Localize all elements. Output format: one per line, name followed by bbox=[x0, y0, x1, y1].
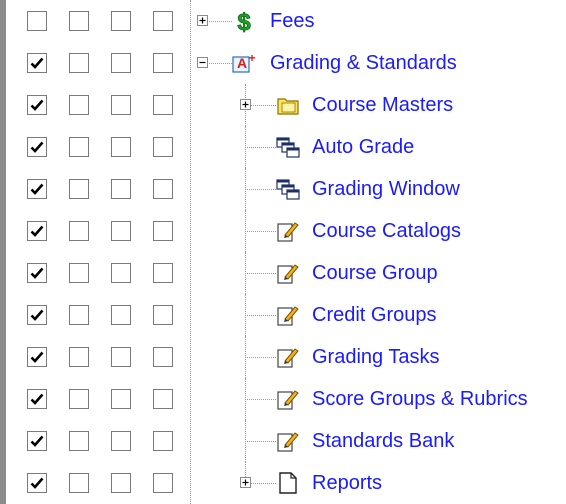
edit-icon bbox=[276, 261, 300, 285]
permission-checkbox-4[interactable] bbox=[153, 305, 173, 325]
permission-checkbox-2[interactable] bbox=[69, 305, 89, 325]
tree-row: Credit Groups bbox=[0, 294, 566, 336]
permission-checkbox-4[interactable] bbox=[153, 431, 173, 451]
permission-checkbox-3[interactable] bbox=[111, 347, 131, 367]
tree-row: Grading Window bbox=[0, 168, 566, 210]
tree-item-label[interactable]: Reports bbox=[312, 472, 382, 494]
tree-connector bbox=[245, 357, 276, 358]
tree-item-label[interactable]: Grading Window bbox=[312, 178, 460, 200]
permission-checkbox-1[interactable] bbox=[27, 305, 47, 325]
permission-checkbox-4[interactable] bbox=[153, 95, 173, 115]
permission-checkbox-2[interactable] bbox=[69, 179, 89, 199]
tree-row: Course Group bbox=[0, 252, 566, 294]
permission-checkbox-4[interactable] bbox=[153, 347, 173, 367]
permission-checkbox-2[interactable] bbox=[69, 11, 89, 31]
tree-connector bbox=[245, 441, 276, 442]
permission-checkbox-3[interactable] bbox=[111, 11, 131, 31]
tree-item-label[interactable]: Score Groups & Rubrics bbox=[312, 388, 528, 410]
tree-connector bbox=[245, 273, 276, 274]
permission-checkbox-4[interactable] bbox=[153, 221, 173, 241]
permission-checkbox-3[interactable] bbox=[111, 53, 131, 73]
edit-icon bbox=[276, 429, 300, 453]
tree-row: Score Groups & Rubrics bbox=[0, 378, 566, 420]
edit-icon bbox=[276, 387, 300, 411]
permission-checkbox-3[interactable] bbox=[111, 179, 131, 199]
permission-checkbox-3[interactable] bbox=[111, 389, 131, 409]
tree-item-label[interactable]: Course Catalogs bbox=[312, 220, 461, 242]
tree-row: Grading Tasks bbox=[0, 336, 566, 378]
windows-icon bbox=[276, 177, 300, 201]
permission-checkbox-4[interactable] bbox=[153, 11, 173, 31]
permission-checkbox-4[interactable] bbox=[153, 473, 173, 493]
permission-checkbox-3[interactable] bbox=[111, 221, 131, 241]
edit-icon bbox=[276, 303, 300, 327]
tree-item-label[interactable]: Credit Groups bbox=[312, 304, 437, 326]
permission-checkbox-3[interactable] bbox=[111, 305, 131, 325]
tree-item-label[interactable]: Standards Bank bbox=[312, 430, 454, 452]
grading-icon: A + bbox=[232, 51, 256, 75]
permission-checkbox-2[interactable] bbox=[69, 221, 89, 241]
permission-checkbox-1[interactable] bbox=[27, 11, 47, 31]
tree-item-label[interactable]: Fees bbox=[270, 10, 314, 32]
dollar-icon: $ bbox=[232, 9, 256, 37]
tree-row: Course Masters bbox=[0, 84, 566, 126]
tree-row: Auto Grade bbox=[0, 126, 566, 168]
permission-checkbox-1[interactable] bbox=[27, 53, 47, 73]
permission-checkbox-1[interactable] bbox=[27, 431, 47, 451]
permission-checkbox-1[interactable] bbox=[27, 179, 47, 199]
tree-item-label[interactable]: Auto Grade bbox=[312, 136, 414, 158]
permission-checkbox-3[interactable] bbox=[111, 95, 131, 115]
permission-checkbox-4[interactable] bbox=[153, 389, 173, 409]
expand-icon[interactable] bbox=[197, 15, 208, 26]
permission-checkbox-2[interactable] bbox=[69, 473, 89, 493]
tree-row: $ Fees bbox=[0, 0, 566, 42]
svg-text:+: + bbox=[248, 51, 255, 65]
tree-connector bbox=[245, 147, 276, 148]
edit-icon bbox=[276, 345, 300, 369]
permission-checkbox-3[interactable] bbox=[111, 431, 131, 451]
folder-icon bbox=[276, 93, 300, 117]
permission-checkbox-1[interactable] bbox=[27, 95, 47, 115]
tree-row: Reports bbox=[0, 462, 566, 504]
permission-checkbox-1[interactable] bbox=[27, 263, 47, 283]
permission-checkbox-4[interactable] bbox=[153, 53, 173, 73]
permission-checkbox-1[interactable] bbox=[27, 137, 47, 157]
permission-checkbox-2[interactable] bbox=[69, 431, 89, 451]
permission-checkbox-4[interactable] bbox=[153, 263, 173, 283]
expand-icon[interactable] bbox=[240, 99, 251, 110]
permission-checkbox-4[interactable] bbox=[153, 137, 173, 157]
tree-item-label[interactable]: Course Masters bbox=[312, 94, 453, 116]
edit-icon bbox=[276, 219, 300, 243]
permission-checkbox-2[interactable] bbox=[69, 263, 89, 283]
permission-checkbox-2[interactable] bbox=[69, 53, 89, 73]
permission-checkbox-2[interactable] bbox=[69, 389, 89, 409]
tree-connector bbox=[245, 315, 276, 316]
permission-checkbox-2[interactable] bbox=[69, 137, 89, 157]
tree-connector bbox=[245, 231, 276, 232]
tree-item-label[interactable]: Grading Tasks bbox=[312, 346, 439, 368]
tree-row: Standards Bank bbox=[0, 420, 566, 462]
document-icon bbox=[276, 471, 300, 495]
permission-checkbox-1[interactable] bbox=[27, 221, 47, 241]
permission-checkbox-1[interactable] bbox=[27, 347, 47, 367]
permission-checkbox-3[interactable] bbox=[111, 473, 131, 493]
permission-checkbox-1[interactable] bbox=[27, 473, 47, 493]
tree-connector bbox=[245, 399, 276, 400]
tree-item-label[interactable]: Grading & Standards bbox=[270, 52, 457, 74]
permission-checkbox-2[interactable] bbox=[69, 95, 89, 115]
permission-checkbox-1[interactable] bbox=[27, 389, 47, 409]
permission-checkbox-4[interactable] bbox=[153, 179, 173, 199]
svg-text:$: $ bbox=[237, 9, 251, 33]
permission-checkbox-2[interactable] bbox=[69, 347, 89, 367]
tree-item-label[interactable]: Course Group bbox=[312, 262, 438, 284]
permission-checkbox-3[interactable] bbox=[111, 263, 131, 283]
windows-icon bbox=[276, 135, 300, 159]
permission-checkbox-3[interactable] bbox=[111, 137, 131, 157]
tree-connector bbox=[245, 189, 276, 190]
collapse-icon[interactable] bbox=[197, 57, 208, 68]
tree-row: A + Grading & Standards bbox=[0, 42, 566, 84]
tree-row: Course Catalogs bbox=[0, 210, 566, 252]
expand-icon[interactable] bbox=[240, 477, 251, 488]
svg-text:A: A bbox=[237, 55, 247, 71]
